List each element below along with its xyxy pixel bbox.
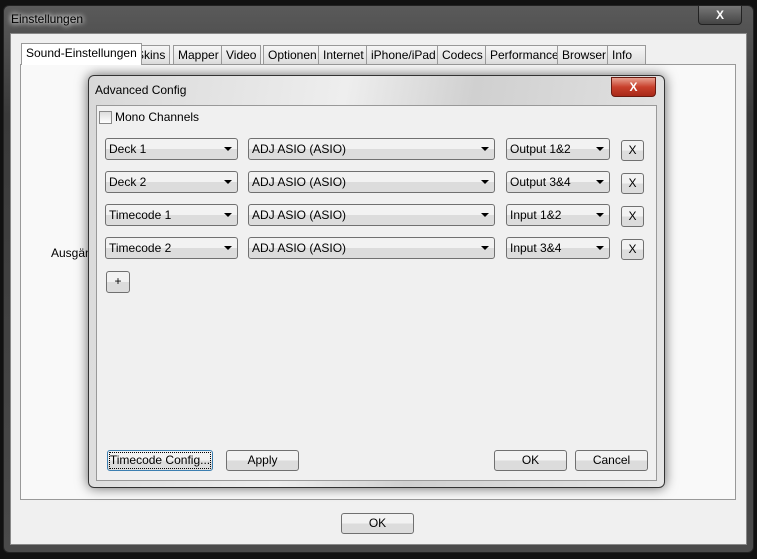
device-select[interactable]: ADJ ASIO (ASIO)	[248, 138, 495, 160]
window-title: Einstellungen	[11, 12, 84, 26]
device-select-value: ADJ ASIO (ASIO)	[252, 142, 347, 156]
device-select[interactable]: ADJ ASIO (ASIO)	[248, 204, 495, 226]
device-select[interactable]: ADJ ASIO (ASIO)	[248, 237, 495, 259]
dropdown-arrow-icon	[596, 213, 604, 217]
remove-row-button[interactable]: X	[621, 239, 644, 260]
dialog-title: Advanced Config	[95, 83, 187, 97]
port-select[interactable]: Input 1&2	[506, 204, 610, 226]
dropdown-arrow-icon	[224, 147, 232, 151]
mono-channels-checkbox[interactable]: Mono Channels	[99, 110, 199, 124]
channel-select[interactable]: Deck 1	[105, 138, 238, 160]
channel-select[interactable]: Timecode 1	[105, 204, 238, 226]
device-select-value: ADJ ASIO (ASIO)	[252, 241, 347, 255]
remove-row-button[interactable]: X	[621, 206, 644, 227]
tab-iphone-ipad[interactable]: iPhone/iPad	[366, 45, 441, 65]
dropdown-arrow-icon	[481, 246, 489, 250]
dropdown-arrow-icon	[224, 180, 232, 184]
outputs-label: Ausgän	[51, 246, 92, 260]
tab-performance[interactable]: Performance	[485, 45, 564, 65]
device-select[interactable]: ADJ ASIO (ASIO)	[248, 171, 495, 193]
device-select-value: ADJ ASIO (ASIO)	[252, 208, 347, 222]
mono-channels-label: Mono Channels	[115, 110, 200, 124]
dropdown-arrow-icon	[596, 246, 604, 250]
tab-info[interactable]: Info	[607, 45, 646, 65]
channel-select-value: Deck 2	[109, 175, 147, 189]
port-select[interactable]: Output 3&4	[506, 171, 610, 193]
timecode-config-button[interactable]: Timecode Config...	[107, 450, 213, 471]
dropdown-arrow-icon	[481, 180, 489, 184]
settings-ok-button[interactable]: OK	[341, 513, 414, 534]
tab-options[interactable]: Optionen	[263, 45, 322, 65]
port-select-value: Output 1&2	[510, 142, 571, 156]
dropdown-arrow-icon	[596, 147, 604, 151]
tab-sound-settings[interactable]: Sound-Einstellungen	[21, 43, 142, 65]
tab-internet[interactable]: Internet	[318, 45, 369, 65]
port-select-value: Input 1&2	[510, 208, 562, 222]
dialog-ok-button[interactable]: OK	[494, 450, 567, 471]
channel-select-value: Timecode 1	[109, 208, 172, 222]
checkbox-box[interactable]	[99, 110, 112, 124]
dropdown-arrow-icon	[224, 213, 232, 217]
dialog-close-button[interactable]: X	[611, 77, 656, 97]
dialog-content	[96, 105, 657, 481]
dropdown-arrow-icon	[481, 213, 489, 217]
port-select-value: Input 3&4	[510, 241, 562, 255]
tab-mapper[interactable]: Mapper	[173, 45, 224, 65]
tab-browser[interactable]: Browser	[557, 45, 612, 65]
cancel-button[interactable]: Cancel	[575, 450, 648, 471]
port-select[interactable]: Input 3&4	[506, 237, 610, 259]
tab-codecs[interactable]: Codecs	[437, 45, 488, 65]
add-row-button[interactable]: +	[106, 271, 130, 293]
device-select-value: ADJ ASIO (ASIO)	[252, 175, 347, 189]
channel-select[interactable]: Deck 2	[105, 171, 238, 193]
remove-row-button[interactable]: X	[621, 140, 644, 161]
tab-video[interactable]: Video	[221, 45, 262, 65]
dropdown-arrow-icon	[596, 180, 604, 184]
channel-select[interactable]: Timecode 2	[105, 237, 238, 259]
window-close-button[interactable]: X	[698, 5, 742, 25]
port-select-value: Output 3&4	[510, 175, 571, 189]
remove-row-button[interactable]: X	[621, 173, 644, 194]
channel-select-value: Timecode 2	[109, 241, 172, 255]
dropdown-arrow-icon	[481, 147, 489, 151]
channel-select-value: Deck 1	[109, 142, 147, 156]
port-select[interactable]: Output 1&2	[506, 138, 610, 160]
dropdown-arrow-icon	[224, 246, 232, 250]
apply-button[interactable]: Apply	[226, 450, 299, 471]
